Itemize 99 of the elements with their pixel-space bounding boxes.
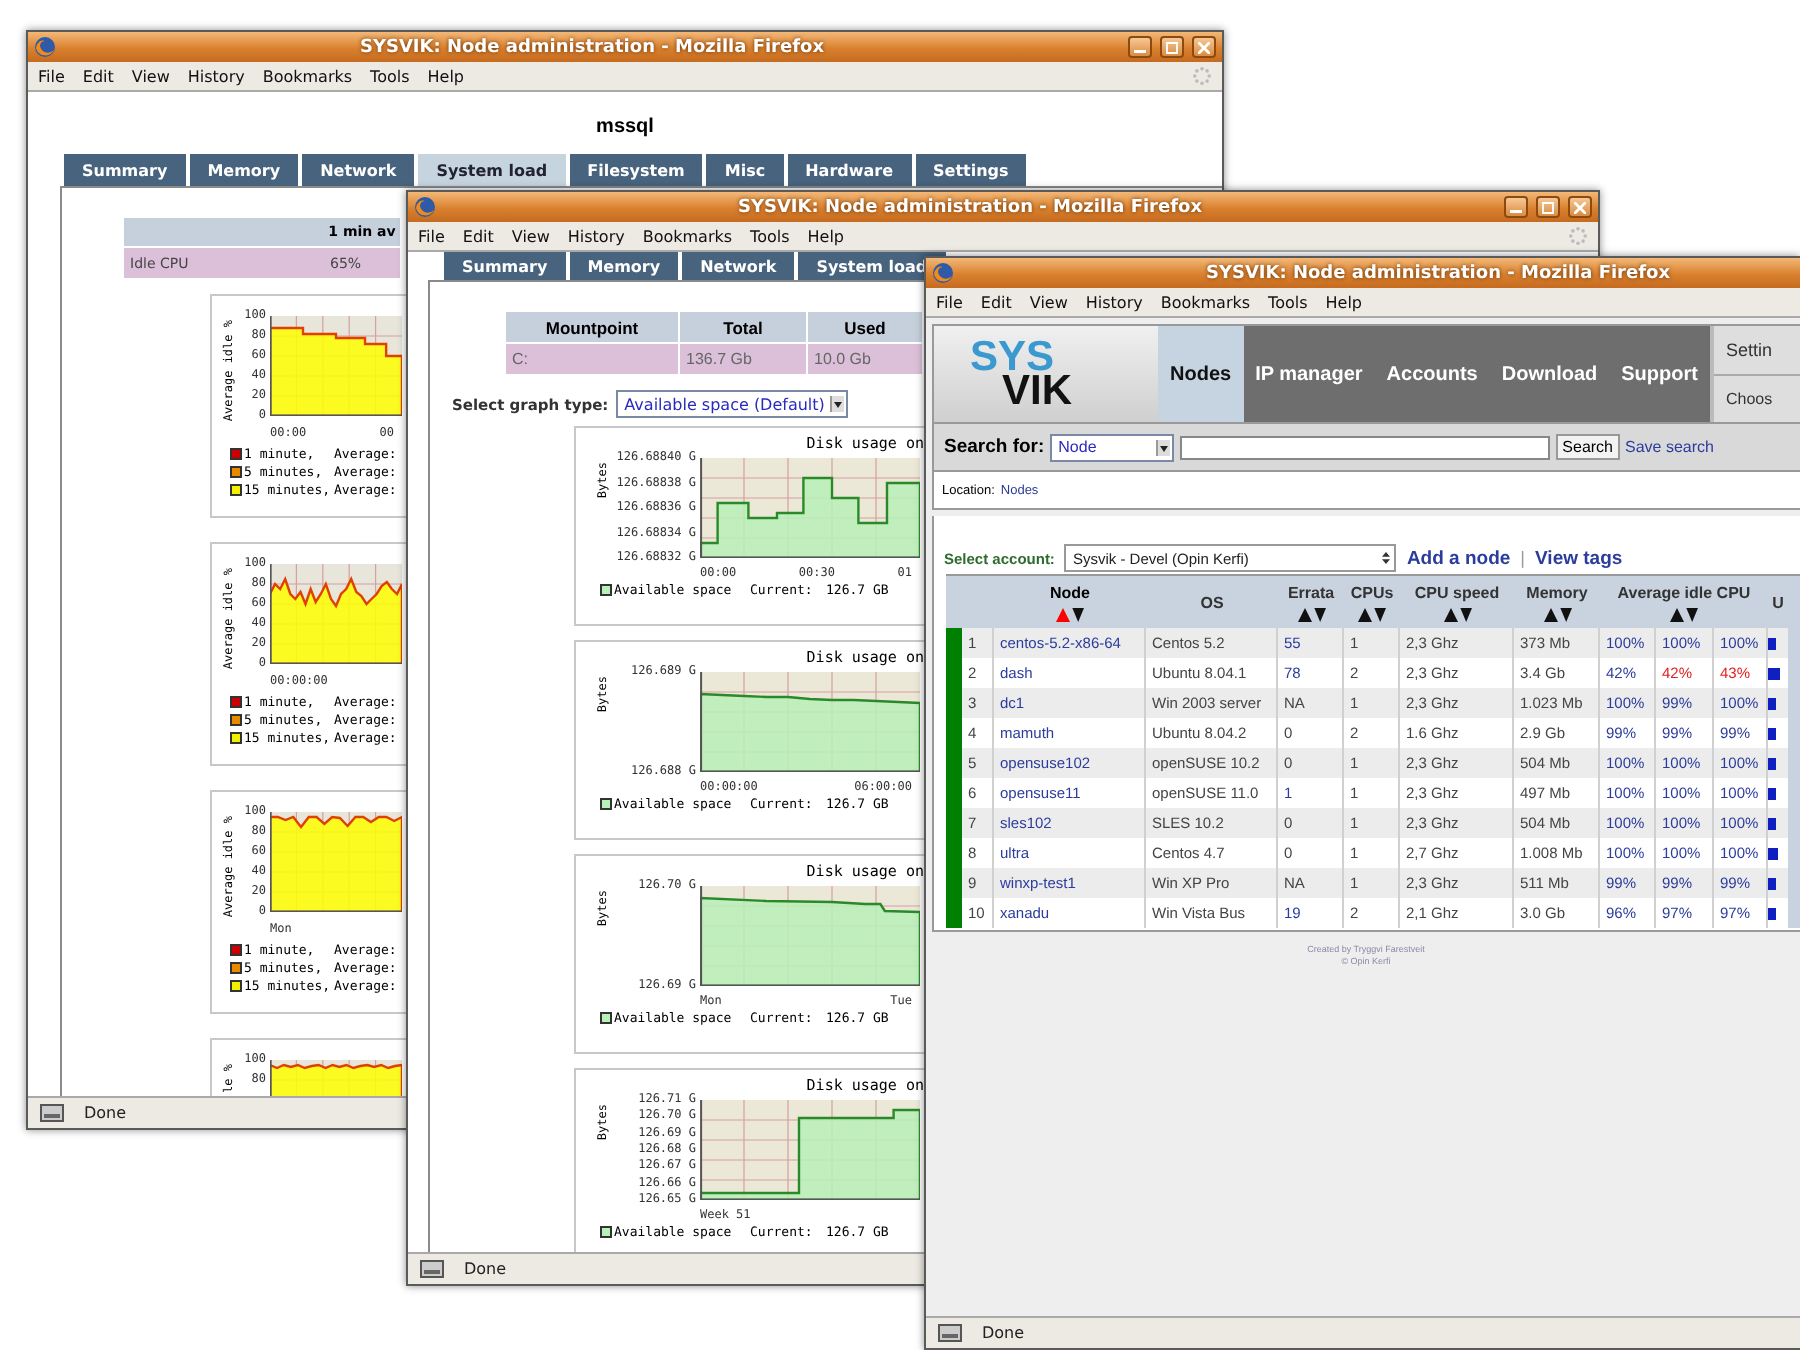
separator: | [1520, 548, 1526, 568]
maximize-button[interactable] [1536, 196, 1560, 218]
settings-link[interactable]: Choos [1713, 373, 1800, 422]
search-label: Search for: [944, 436, 1045, 458]
status-text: Done [464, 1260, 507, 1278]
tab[interactable]: Hardware [787, 154, 912, 186]
menu-item[interactable]: Help [1325, 293, 1363, 311]
view-tags-link[interactable]: View tags [1535, 547, 1623, 569]
menu-item[interactable]: Bookmarks [642, 227, 733, 245]
close-button[interactable] [1568, 196, 1592, 218]
search-type-select[interactable]: Node [1050, 433, 1175, 461]
sort-arrows-icon[interactable] [1358, 607, 1386, 621]
column-header[interactable]: CPUs [1344, 576, 1400, 628]
close-button[interactable] [1192, 36, 1216, 58]
tab[interactable]: Filesystem [569, 154, 703, 186]
tab[interactable]: Summary [444, 252, 566, 280]
column-header[interactable]: CPU speed [1400, 576, 1514, 628]
tab[interactable]: Misc [706, 154, 784, 186]
header-cell: Mountpoint [506, 312, 680, 342]
close-icon [1198, 41, 1210, 53]
table-cell: 136.7 Gb [680, 342, 808, 374]
browser-icon [34, 36, 56, 58]
menu-item[interactable]: History [187, 67, 245, 85]
column-header[interactable]: Average idle CPU [1600, 576, 1768, 628]
status-text: Done [84, 1104, 127, 1122]
menu-item[interactable]: Tools [370, 67, 410, 85]
close-icon [1574, 201, 1586, 213]
status-text: Done [982, 1324, 1025, 1342]
column-header: OS [1198, 591, 1226, 615]
menu-item[interactable]: Tools [750, 227, 790, 245]
column-header[interactable]: Errata [1278, 576, 1344, 628]
header-cell: Used [808, 312, 924, 342]
area-chart-drawing [270, 812, 402, 912]
menu-item[interactable]: Help [807, 227, 845, 245]
menu-item[interactable]: View [1029, 293, 1068, 311]
search-field[interactable] [1180, 435, 1551, 459]
header-cell: Total [680, 312, 808, 342]
screen-icon [40, 1104, 64, 1122]
page-heading: mssql [594, 116, 656, 140]
table-cell: C: [506, 342, 680, 374]
maximize-icon [1166, 41, 1178, 53]
nav-tab[interactable]: Nodes [1158, 326, 1244, 422]
area-chart-drawing [270, 564, 402, 664]
sort-arrows-icon[interactable] [1443, 607, 1471, 621]
column-header[interactable]: Memory [1514, 576, 1600, 628]
tab[interactable]: Network [302, 154, 415, 186]
browser-icon [932, 262, 954, 284]
sort-arrows-icon[interactable] [1670, 607, 1698, 621]
menu-item[interactable]: Edit [462, 227, 494, 245]
maximize-button[interactable] [1160, 36, 1184, 58]
menu-item[interactable]: File [936, 293, 963, 311]
menu-item[interactable]: History [1085, 293, 1143, 311]
column-header[interactable]: Node [994, 576, 1146, 628]
caret-icon [1156, 439, 1171, 455]
menu-item[interactable]: Edit [82, 67, 114, 85]
tab[interactable]: Memory [189, 154, 299, 186]
area-chart-drawing [270, 316, 402, 416]
menu-item[interactable]: History [567, 227, 625, 245]
menu-item[interactable]: File [418, 227, 445, 245]
tab[interactable]: Summary [64, 154, 186, 186]
search-button[interactable]: Search [1556, 434, 1620, 460]
sort-arrows-icon[interactable] [1297, 607, 1325, 621]
screen-icon [938, 1324, 962, 1342]
spinner-icon [1192, 66, 1212, 86]
browser-icon [414, 196, 436, 218]
menu-item[interactable]: Edit [980, 293, 1012, 311]
nav-tab[interactable]: Accounts [1374, 326, 1490, 422]
menu-item[interactable]: Bookmarks [262, 67, 353, 85]
nav-tab[interactable]: Support [1609, 326, 1710, 422]
menu-item[interactable]: View [131, 67, 170, 85]
tab[interactable]: System load [418, 154, 566, 186]
table-cell: 10.0 Gb [808, 342, 924, 374]
sort-arrows-icon[interactable] [1056, 607, 1084, 621]
updown-icon [1380, 550, 1393, 566]
minimize-button[interactable] [1504, 196, 1528, 218]
nav-tab[interactable]: Download [1489, 326, 1610, 422]
save-search-link[interactable]: Save search [1625, 438, 1714, 456]
window-title: SYSVIK: Node administration - Mozilla Firefox [735, 197, 1205, 217]
nav-tab[interactable]: IP manager [1243, 326, 1375, 422]
tab[interactable]: Memory [569, 252, 679, 280]
sort-arrows-icon[interactable] [1543, 607, 1571, 621]
spinner-icon [1568, 226, 1588, 246]
menu-item[interactable]: View [511, 227, 550, 245]
minimize-button[interactable] [1128, 36, 1152, 58]
window-title: SYSVIK: Node administration - Mozilla Firefox [1203, 263, 1673, 283]
menu-item[interactable]: File [38, 67, 65, 85]
graph-type-select[interactable]: Available space (Default) [616, 390, 849, 418]
menu-item[interactable]: Help [427, 67, 465, 85]
window-title: SYSVIK: Node administration - Mozilla Firefox [357, 37, 827, 57]
column-header: U [1770, 591, 1786, 615]
add-node-link[interactable]: Add a node [1406, 547, 1511, 569]
settings-link[interactable]: Settin [1713, 326, 1800, 373]
caret-icon [830, 396, 845, 412]
tab[interactable]: Settings [915, 154, 1027, 186]
tab[interactable]: Network [682, 252, 795, 280]
screen-icon [420, 1260, 444, 1278]
menu-item[interactable]: Bookmarks [1160, 293, 1251, 311]
maximize-icon [1542, 201, 1554, 213]
menu-item[interactable]: Tools [1268, 293, 1308, 311]
